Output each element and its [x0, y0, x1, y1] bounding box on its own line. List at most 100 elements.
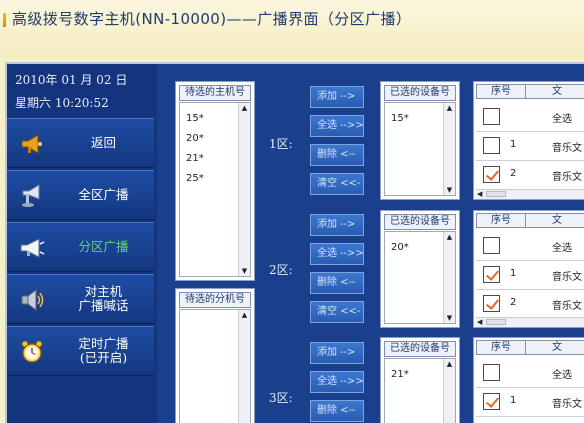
selected-devices-list[interactable]: 20* ▲ ▼	[384, 231, 456, 324]
selected-devices-list[interactable]: 15* ▲ ▼	[384, 102, 456, 196]
add-button[interactable]: 添加 -->	[310, 342, 364, 364]
row-text: 音乐文	[552, 399, 582, 410]
scroll-down-arrow-icon[interactable]: ▼	[445, 313, 454, 323]
remove-button[interactable]: 删除 <--	[310, 144, 364, 166]
seq-column-header: 序号	[476, 213, 526, 228]
select-all-checkbox[interactable]	[483, 237, 500, 254]
list-item[interactable]: 21*	[186, 149, 204, 169]
nav-back-button[interactable]: 返回	[7, 118, 154, 168]
row-number: 2	[510, 297, 517, 308]
host-number-list[interactable]: 15* 20* 21* 25* ▲ ▼	[179, 102, 251, 277]
scroll-up-arrow-icon[interactable]: ▲	[445, 359, 454, 369]
seq-column-header: 序号	[476, 340, 526, 355]
zone-3-selected-devices: 已选的设备号 21* ▲	[380, 337, 460, 423]
scroll-up-arrow-icon[interactable]: ▲	[445, 103, 454, 113]
extension-number-list[interactable]: ▲	[179, 309, 251, 423]
table-row: 1 音乐文	[476, 132, 584, 161]
bullhorn-icon	[20, 238, 45, 258]
clear-button[interactable]: 清空 <<-	[310, 173, 364, 195]
table-row: 全选	[476, 232, 584, 261]
nav-zone-broadcast-button[interactable]: 分区广播	[7, 222, 154, 272]
row-text: 全选	[552, 114, 572, 125]
nav-timed-broadcast-label: 定时广播 (已开启)	[78, 336, 129, 365]
scroll-down-arrow-icon[interactable]: ▼	[240, 266, 249, 276]
zone-3-music-table: 序号 文 全选 1 音乐文	[473, 337, 584, 423]
select-all-button[interactable]: 全选 -->>	[310, 243, 364, 265]
selected-devices-header: 已选的设备号	[384, 214, 456, 230]
alarm-clock-icon	[21, 340, 43, 363]
vertical-scrollbar[interactable]: ▲ ▼	[238, 103, 250, 276]
table-row: 全选	[476, 359, 584, 388]
row-checkbox[interactable]	[483, 393, 500, 410]
row-text: 音乐文	[552, 172, 582, 183]
list-item[interactable]: 15*	[391, 109, 409, 129]
row-number: 1	[510, 139, 517, 150]
megaphone-icon	[21, 134, 42, 154]
scroll-left-arrow-icon[interactable]: ◀	[477, 190, 482, 199]
clear-button[interactable]: 清空 <<-	[310, 301, 364, 323]
add-button[interactable]: 添加 -->	[310, 86, 364, 108]
scroll-left-arrow-icon[interactable]: ◀	[477, 318, 482, 327]
row-number: 1	[510, 395, 517, 406]
list-item[interactable]: 20*	[391, 238, 409, 258]
list-item[interactable]: 21*	[391, 365, 409, 385]
remove-button[interactable]: 删除 <--	[310, 272, 364, 294]
table-row: 全选	[476, 103, 584, 132]
scroll-up-arrow-icon[interactable]: ▲	[240, 310, 249, 320]
table-row: 1 音乐文	[476, 388, 584, 417]
selected-devices-header: 已选的设备号	[384, 341, 456, 357]
vertical-scrollbar[interactable]: ▲	[238, 310, 250, 423]
zone-2-label: 2区:	[269, 263, 293, 277]
time-text: 星期六 10:20:52	[15, 96, 109, 110]
row-text: 音乐文	[552, 143, 582, 154]
loudspeaker-icon	[21, 289, 44, 311]
title-marker	[3, 13, 6, 27]
host-number-list-panel: 待选的主机号 15* 20* 21* 25* ▲ ▼	[175, 81, 255, 281]
row-text: 全选	[552, 370, 572, 381]
file-column-header: 文	[525, 84, 584, 99]
horizontal-scrollbar[interactable]: ◀	[476, 189, 584, 199]
vertical-scrollbar[interactable]: ▲	[443, 359, 455, 423]
row-checkbox[interactable]	[483, 137, 500, 154]
vertical-scrollbar[interactable]: ▲ ▼	[443, 103, 455, 195]
select-all-button[interactable]: 全选 -->>	[310, 115, 364, 137]
scroll-thumb[interactable]	[486, 191, 506, 197]
list-item[interactable]: 20*	[186, 129, 204, 149]
select-all-button[interactable]: 全选 -->>	[310, 371, 364, 393]
row-checkbox[interactable]	[483, 266, 500, 283]
zone-2-music-table: 序号 文 全选 1 音乐文 2 音乐文 ◀	[473, 210, 584, 328]
zone-3-label: 3区:	[269, 391, 293, 405]
horn-speaker-icon	[22, 184, 40, 207]
nav-zone-broadcast-label: 分区广播	[78, 239, 129, 254]
extension-number-list-panel: 待选的分机号 ▲	[175, 288, 255, 423]
list-item[interactable]: 15*	[186, 109, 204, 129]
scroll-down-arrow-icon[interactable]: ▼	[445, 185, 454, 195]
table-row: 1 音乐文	[476, 261, 584, 290]
row-text: 音乐文	[552, 272, 582, 283]
nav-timed-broadcast-button[interactable]: 定时广播 (已开启)	[7, 326, 154, 376]
vertical-scrollbar[interactable]: ▲ ▼	[443, 232, 455, 323]
file-column-header: 文	[525, 213, 584, 228]
horizontal-scrollbar[interactable]: ◀	[476, 317, 584, 327]
host-list-header: 待选的主机号	[179, 85, 251, 101]
seq-column-header: 序号	[476, 84, 526, 99]
scroll-up-arrow-icon[interactable]: ▲	[445, 232, 454, 242]
row-checkbox[interactable]	[483, 166, 500, 183]
app-panel: 2010年 01 月 02 日 星期六 10:20:52 返回 全区广播 分区广…	[5, 62, 584, 423]
row-number: 1	[510, 268, 517, 279]
scroll-up-arrow-icon[interactable]: ▲	[240, 103, 249, 113]
remove-button[interactable]: 删除 <--	[310, 400, 364, 422]
add-button[interactable]: 添加 -->	[310, 214, 364, 236]
nav-host-talk-button[interactable]: 对主机 广播喊话	[7, 274, 154, 324]
nav-all-zone-button[interactable]: 全区广播	[7, 170, 154, 220]
table-row: 2 音乐文	[476, 161, 584, 189]
row-text: 音乐文	[552, 301, 582, 312]
scroll-thumb[interactable]	[486, 319, 506, 325]
select-all-checkbox[interactable]	[483, 108, 500, 125]
zone-2-selected-devices: 已选的设备号 20* ▲ ▼	[380, 210, 460, 328]
select-all-checkbox[interactable]	[483, 364, 500, 381]
selected-devices-list[interactable]: 21* ▲	[384, 358, 456, 423]
list-item[interactable]: 25*	[186, 169, 204, 189]
nav-host-talk-label: 对主机 广播喊话	[78, 284, 129, 313]
row-checkbox[interactable]	[483, 295, 500, 312]
